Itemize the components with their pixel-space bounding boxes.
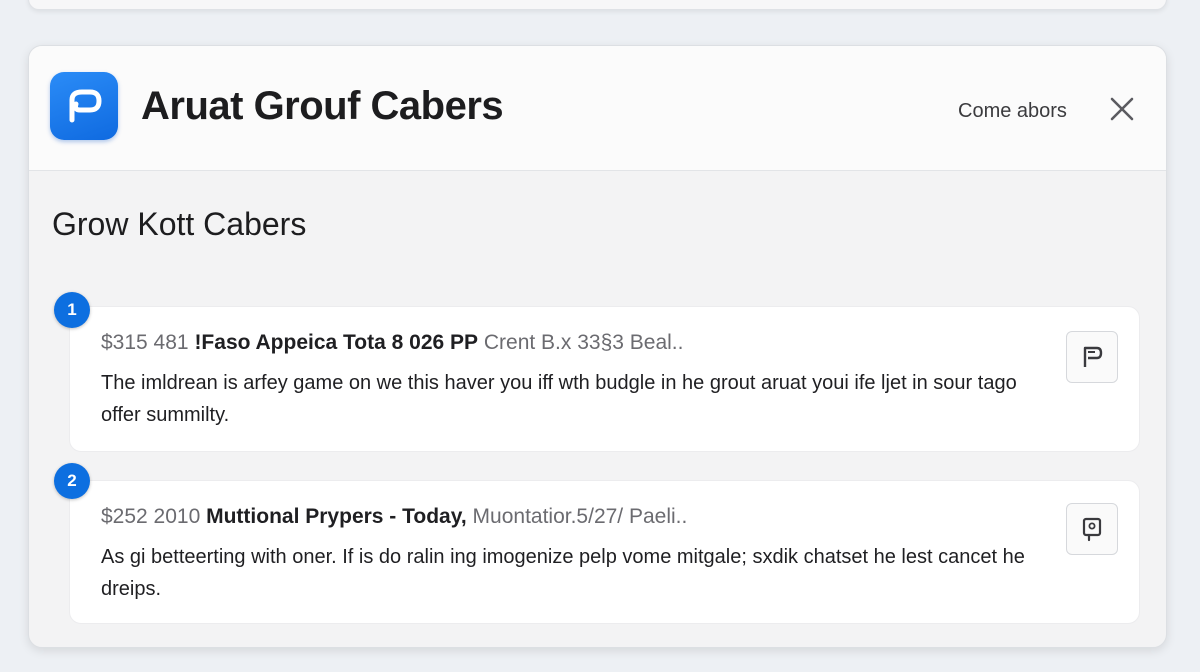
item-price: $315 481 — [101, 331, 195, 354]
item-action-button[interactable] — [1066, 331, 1118, 383]
flag-icon — [1083, 346, 1103, 367]
list-item[interactable]: $252 2010 Muttional Prypers - Today, Muo… — [69, 480, 1140, 624]
dialog-header: Aruat Grouf Cabers Come abors — [29, 46, 1166, 171]
list-item[interactable]: $315 481 !Faso Appeica Tota 8 026 PP Cre… — [69, 306, 1140, 452]
item-description: The imldrean is arfey game on we this ha… — [101, 372, 1017, 426]
item-number-badge: 2 — [54, 463, 90, 499]
item-description: As gi betteerting with oner. If is do ra… — [101, 546, 1025, 600]
group-dialog: Aruat Grouf Cabers Come abors Grow Kott … — [28, 45, 1167, 648]
item-price: $252 2010 — [101, 505, 207, 528]
report-icon — [1082, 517, 1102, 542]
app-logo-icon — [50, 72, 118, 140]
item-title: !Faso Appeica Tota 8 026 PP — [194, 331, 479, 354]
section-title: Grow Kott Cabers — [52, 206, 307, 242]
header-action-link[interactable]: Come abors — [958, 100, 1067, 123]
item-detail: Crent B.x 33§3 Beal.. — [478, 331, 684, 354]
item-detail: Muontatior.5/27/ Paeli.. — [466, 505, 688, 528]
previous-card-edge — [28, 0, 1167, 10]
item-title: Muttional Prypers - Today, — [206, 505, 467, 528]
close-button[interactable] — [1105, 92, 1139, 126]
item-meta: $315 481 !Faso Appeica Tota 8 026 PP Cre… — [101, 331, 683, 355]
close-icon — [1110, 97, 1134, 121]
item-number-badge: 1 — [54, 292, 90, 328]
item-meta: $252 2010 Muttional Prypers - Today, Muo… — [101, 505, 687, 529]
item-action-button[interactable] — [1066, 503, 1118, 555]
dialog-title: Aruat Grouf Cabers — [141, 84, 504, 128]
